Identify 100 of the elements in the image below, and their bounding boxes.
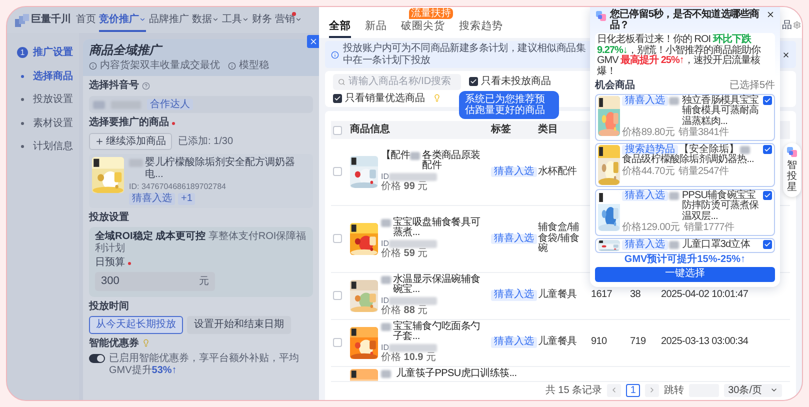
select-all-button[interactable]: 一键选择 [595,267,775,282]
nav-item[interactable]: 营销 [275,8,302,32]
assistant-button[interactable]: 智投星 [783,143,801,197]
checkbox[interactable] [763,240,772,248]
product-price: 价格 99 元 [381,182,429,193]
blurred-text [389,172,437,181]
product-title: 独立香肠模具宝宝辅食模具可蒸耐高温蒸糕肉... [682,96,760,127]
filter-checkbox[interactable]: 只看未投放商品 [469,76,551,88]
help-icon [142,82,150,90]
step-label[interactable]: 投放设置 [33,94,73,106]
nav-item[interactable]: 财务 [252,8,272,32]
step-dot [21,145,24,148]
nav-item[interactable]: 竞价推广 [99,8,146,32]
search-icon [338,78,346,86]
tab[interactable]: 全部 [329,16,351,38]
checkbox[interactable] [333,94,342,103]
table-cell-text: 38 [630,290,642,301]
forecast-text: GMV预计可提升15%-25%↑ [624,254,746,265]
table-cell-text: 2025-03-13 03:00:34 [661,337,750,348]
column-header: 类目 [538,124,559,136]
step-dot [21,122,24,125]
field-label: 智能优惠券 [89,338,139,350]
table-cell-text: 1617 [591,290,614,301]
product-title: 【配件 [381,150,410,162]
checkbox[interactable] [763,96,772,104]
form-title: 商品全域推广 [89,44,164,58]
table-cell-text: 910 [591,337,608,348]
checkbox[interactable] [763,144,772,154]
blurred-text [740,146,750,154]
list-title: 机会商品 [595,81,635,92]
schedule-option[interactable]: 设置开始和结束日期 [187,316,291,334]
close-icon[interactable] [766,10,775,19]
column-setting-label[interactable]: 品 [782,20,792,31]
account-tag: 合作达人 [147,98,193,110]
blurred-text [389,296,437,305]
field-label: 投放时间 [89,300,130,312]
table-cell-text: 2025-04-02 10:01:47 [661,290,750,301]
filter-checkbox[interactable]: 只看销量优选商品 [333,92,425,104]
close-icon [308,37,318,46]
feature-note: 内容货架双丰收量成交最优 [100,60,220,72]
nav-item[interactable]: 数据 [192,8,219,32]
close-button[interactable] [307,35,319,48]
nav-item[interactable]: 品牌推广 [149,8,189,32]
product-tag: 猜喜入选 [491,290,537,301]
product-tag: 猜喜入选 [622,190,668,201]
product-sales: 销量1777件 [684,223,734,234]
page-button[interactable]: 1 [626,384,640,397]
check-icon [764,146,771,152]
table-cell-text: 儿童餐具 [538,337,578,348]
page-size-select[interactable]: 30条/页 [724,384,782,397]
checkbox[interactable] [469,77,478,86]
record-count: 共 15 条记录 [545,384,602,396]
step-label[interactable]: 选择商品 [33,70,73,82]
account-selector[interactable]: 合作达人 [89,96,313,114]
coupon-toggle[interactable] [89,354,105,364]
schedule-option[interactable]: 从今天起长期投放 [89,316,183,334]
close-icon[interactable] [782,50,790,58]
column-header: 标签 [491,124,512,136]
step-label[interactable]: 计划信息 [33,141,73,152]
recommended-product[interactable]: 猜喜入选 PPSU辅食碗宝宝防摔防烫可蒸煮保温双层... 价格129.00元 销量1777件 [595,188,775,236]
step-dot [21,98,24,102]
blurred-text [381,322,391,331]
product-title: 食品级柠檬酸除垢剂调奶器热... [622,155,755,166]
table-cell-text: 水杯配件 [538,166,578,178]
info-icon [228,62,236,70]
product-price: 价格 10.9 元 [381,353,438,364]
bulb-icon [433,94,441,102]
nav-item[interactable]: 首页 [76,8,96,32]
bulb-icon [142,339,150,348]
tab[interactable]: 搜索趋势 [459,16,503,38]
settings-icon[interactable] [793,21,801,30]
check-icon [470,78,477,86]
blurred-text [410,152,420,160]
checkbox[interactable] [763,190,772,200]
logo-icon [15,14,29,26]
info-icon [331,50,339,58]
popup-title: 您已停留5秒，是否不知道选哪些商品？ [610,10,760,31]
tab[interactable]: 破圈尖货 [401,16,445,38]
step-label[interactable]: 素材设置 [33,118,73,129]
product-tag: 猜喜入选 [129,193,175,205]
recommended-product[interactable]: 搜索趋势品 【安全除垢】 食品级柠檬酸除垢剂调奶器热... 价格44.70元 销量2547件 [595,142,775,186]
blurred-text [381,276,391,284]
id-label: ID [381,296,389,305]
nav-item[interactable]: 工具 [222,8,249,32]
blurred-text [669,96,679,104]
tab[interactable]: 新品 [365,16,387,38]
check-icon [764,240,771,248]
product-id: ID: 3476704686189702784 [129,182,227,192]
product-title: 婴儿柠檬酸除垢剂安全配方调奶器电... [145,157,296,180]
add-product-button[interactable]: 继续添加商品 [89,132,172,150]
recommended-product[interactable]: 猜喜入选 独立香肠模具宝宝辅食模具可蒸耐高温蒸糕肉... 价格89.80元 销量3841件 [595,94,775,140]
recommended-product[interactable]: 猜喜入选 儿童口罩3d立体 [595,238,775,252]
budget-field[interactable]: 300 元 [95,272,215,291]
check-icon [764,96,771,104]
plus-icon [95,137,104,146]
product-title: 儿童口罩3d立体 [682,240,751,250]
step-number: 1 [17,47,28,58]
step-label[interactable]: 推广设置 [33,47,73,58]
product-price: 价格89.80元 [622,128,675,138]
product-price: 价格 88 元 [381,306,429,317]
